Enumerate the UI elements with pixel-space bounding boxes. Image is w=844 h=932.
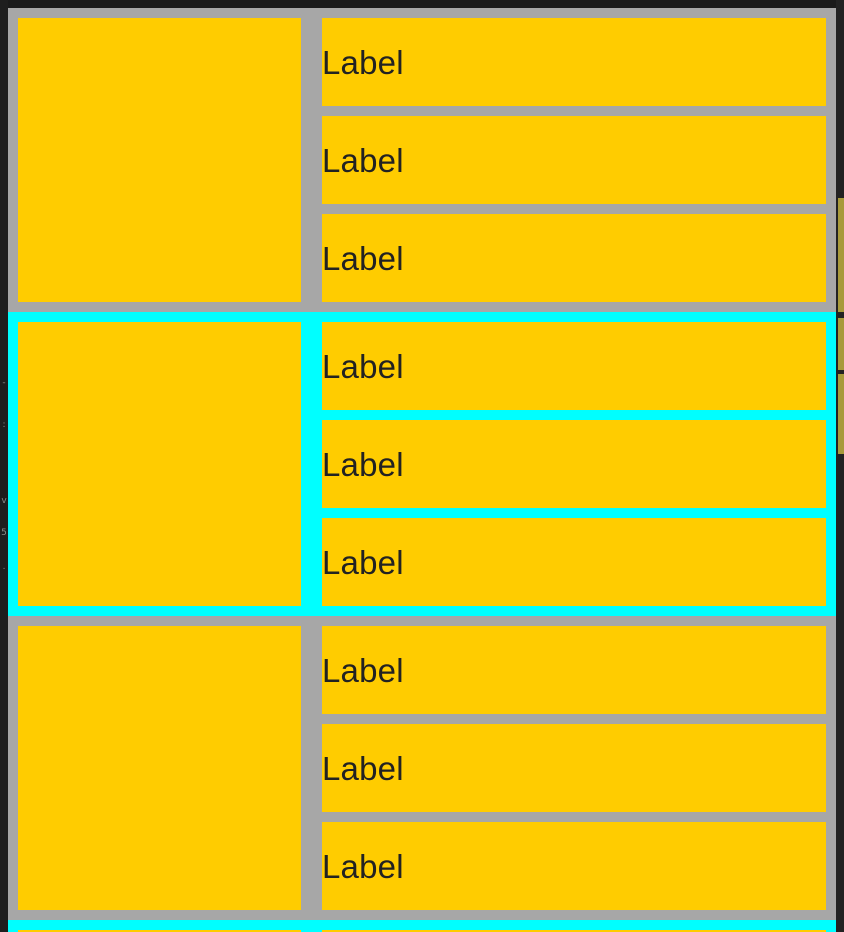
row-label: Label [322,240,404,277]
row-label-cell: Label [322,322,826,410]
table-row-partial[interactable] [8,920,836,932]
row-label: Label [322,44,404,81]
table-row[interactable]: Label Label Label [8,616,836,920]
table-view[interactable]: Label Label Label Label Label Label Labe… [8,8,836,932]
backdrop-glyph: : [2,420,6,430]
backdrop-strip [838,198,844,312]
row-label: Label [322,544,404,581]
row-image-placeholder [18,322,301,606]
backdrop-glyph: v [1,496,7,506]
row-label: Label [322,348,404,385]
row-label-cell: Label [322,116,826,204]
row-label: Label [322,652,404,689]
backdrop-strip [838,318,844,370]
row-label-cell: Label [322,518,826,606]
table-row[interactable]: Label Label Label [8,312,836,616]
left-edge-backdrop: - : v 5 . [0,0,8,932]
right-edge-backdrop [836,0,844,932]
row-label: Label [322,446,404,483]
backdrop-glyph: - [2,378,6,388]
row-label-cell: Label [322,18,826,106]
row-label: Label [322,142,404,179]
row-image-placeholder [18,18,301,302]
row-label: Label [322,848,404,885]
table-row[interactable]: Label Label Label [8,8,836,312]
row-label-cell: Label [322,724,826,812]
row-label-cell: Label [322,214,826,302]
row-label: Label [322,750,404,787]
row-label-cell: Label [322,420,826,508]
row-label-cell: Label [322,822,826,910]
backdrop-glyph: . [2,562,6,572]
row-image-placeholder [18,626,301,910]
backdrop-glyph: 5 [1,528,7,538]
backdrop-strip [838,374,844,454]
row-label-cell: Label [322,626,826,714]
